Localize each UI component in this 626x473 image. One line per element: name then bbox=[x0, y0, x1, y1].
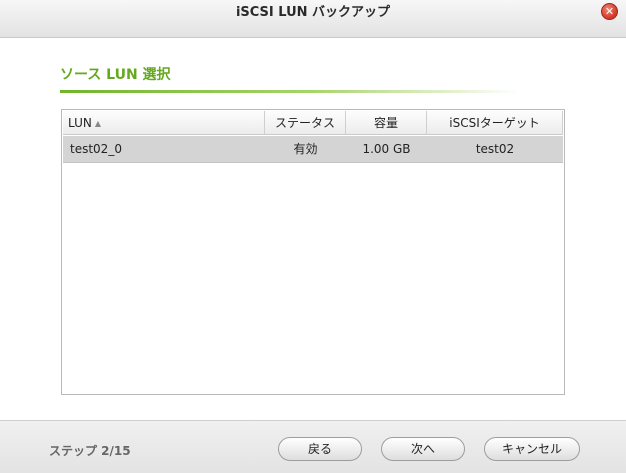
column-header-label: LUN bbox=[68, 116, 92, 130]
table-header: LUN ▲ ステータス 容量 iSCSIターゲット bbox=[63, 111, 563, 135]
table-row[interactable]: test02_0 有効 1.00 GB test02 bbox=[63, 136, 563, 163]
cancel-button[interactable]: キャンセル bbox=[484, 437, 580, 461]
column-header-status[interactable]: ステータス bbox=[265, 111, 346, 135]
column-header-iscsi-target[interactable]: iSCSIターゲット bbox=[427, 111, 563, 135]
step-indicator: ステップ 2/15 bbox=[49, 444, 131, 458]
cell-status: 有効 bbox=[293, 142, 318, 156]
section-divider bbox=[60, 90, 520, 93]
column-header-capacity[interactable]: 容量 bbox=[346, 111, 427, 135]
sort-ascending-icon: ▲ bbox=[94, 119, 102, 128]
next-button[interactable]: 次へ bbox=[381, 437, 465, 461]
close-icon[interactable]: ✕ bbox=[601, 3, 618, 20]
cell-lun-name: test02_0 bbox=[70, 142, 122, 156]
wizard-footer: ステップ 2/15 戻る 次へ キャンセル bbox=[0, 420, 626, 473]
lun-table: LUN ▲ ステータス 容量 iSCSIターゲット test02_0 有効 1.0… bbox=[61, 109, 565, 395]
window-title: iSCSI LUN バックアップ bbox=[235, 5, 391, 20]
column-header-lun[interactable]: LUN ▲ bbox=[63, 111, 265, 135]
section-title: ソース LUN 選択 bbox=[60, 67, 171, 83]
cell-capacity: 1.00 GB bbox=[362, 142, 411, 156]
title-bar: iSCSI LUN バックアップ ✕ bbox=[0, 0, 626, 38]
cell-iscsi-target: test02 bbox=[475, 142, 515, 156]
back-button[interactable]: 戻る bbox=[278, 437, 362, 461]
